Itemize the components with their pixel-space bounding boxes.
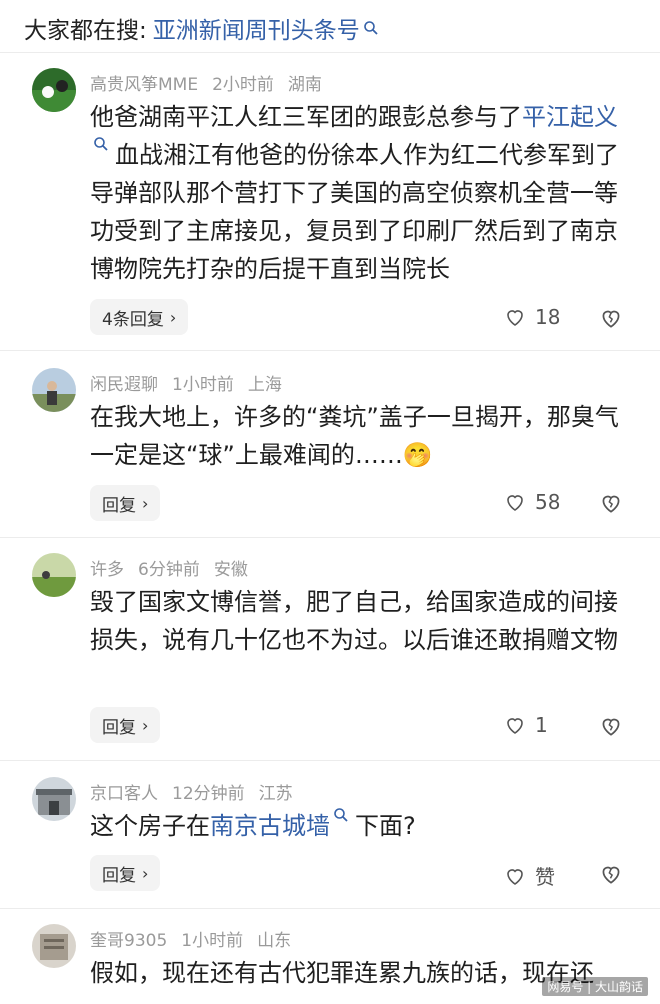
- location: 上海: [247, 375, 282, 395]
- chevron-right-icon: ›: [142, 715, 149, 735]
- search-query-link[interactable]: 亚洲新闻周刊头条号: [153, 11, 360, 45]
- location: 江苏: [258, 784, 293, 804]
- comment-text: 毁了国家文博信誉，肥了自己，给国家造成的间接损失，说有几十亿也不为过。以后谁还敢…: [90, 583, 630, 659]
- like-button[interactable]: 赞: [503, 861, 555, 890]
- chevron-right-icon: ›: [142, 493, 149, 513]
- comment-text: 他爸湖南平江人红三军团的跟彭总参与了平江起义血战湘江有他爸的份徐本人作为红二代参…: [90, 98, 630, 288]
- avatar[interactable]: [32, 777, 76, 821]
- search-prefix-label: 大家都在搜:: [24, 18, 147, 44]
- like-button[interactable]: 1: [503, 713, 548, 737]
- avatar[interactable]: [32, 68, 76, 112]
- person-avatar-image: [32, 368, 76, 412]
- reply-button[interactable]: 4条回复 ›: [90, 299, 189, 335]
- avatar[interactable]: [32, 553, 76, 597]
- topic-link[interactable]: 平江起义: [522, 103, 618, 131]
- comment-meta: 闲民遐聊 1小时前 上海: [90, 370, 296, 395]
- gate-avatar-image: [32, 777, 76, 821]
- search-icon: [334, 808, 348, 822]
- like-count: 赞: [535, 865, 555, 889]
- comment-text-part: 在我大地上，许多的“粪坑”盖子一旦揭开，那臭气一定是这“球”上最难闻的……: [90, 403, 619, 469]
- comment-text: 这个房子在南京古城墙 下面?: [90, 807, 630, 845]
- username[interactable]: 闲民遐聊: [90, 375, 158, 395]
- comment-text-part: 毁了国家文博信誉，肥了自己，给国家造成的间接损失，说有几十亿也不为过。以后谁还敢…: [90, 588, 618, 654]
- comment-text-part: 这个房子在: [90, 812, 210, 840]
- timestamp: 6分钟前: [138, 560, 200, 580]
- comment-text-part: 他爸湖南平江人红三军团的跟彭总参与了: [90, 103, 522, 131]
- timestamp: 1小时前: [181, 931, 244, 951]
- username[interactable]: 高贵风筝MME: [90, 75, 198, 95]
- divider: [0, 350, 660, 351]
- comment-meta: 奎哥9305 1小时前 山东: [90, 926, 305, 951]
- like-count: 58: [535, 490, 561, 514]
- location: 山东: [257, 931, 292, 951]
- timestamp: 1小时前: [172, 375, 234, 395]
- comment-text-part: 下面?: [355, 812, 416, 840]
- heart-icon: [507, 310, 523, 326]
- broken-heart-icon[interactable]: [598, 861, 624, 887]
- username[interactable]: 许多: [90, 560, 124, 580]
- like-count: 18: [535, 305, 561, 329]
- location: 湖南: [287, 75, 322, 95]
- reply-button[interactable]: 回复 ›: [90, 485, 161, 521]
- comment-meta: 京口客人 12分钟前 江苏: [90, 779, 307, 804]
- divider: [0, 760, 660, 761]
- reply-label: 回复: [102, 495, 136, 516]
- reply-label: 回复: [102, 717, 136, 738]
- like-button[interactable]: 58: [503, 490, 560, 514]
- search-suggestion[interactable]: 大家都在搜: 亚洲新闻周刊头条号: [24, 10, 379, 46]
- reply-button[interactable]: 回复 ›: [90, 707, 161, 743]
- like-count: 1: [535, 713, 548, 737]
- reply-label: 回复: [102, 865, 136, 886]
- divider: [0, 52, 660, 53]
- avatar[interactable]: [32, 368, 76, 412]
- broken-heart-icon[interactable]: [598, 490, 624, 516]
- avatar[interactable]: [32, 924, 76, 968]
- like-button[interactable]: 18: [503, 305, 560, 329]
- search-icon: [363, 21, 378, 35]
- comment-text-part: 血战湘江有他爸的份徐本人作为红二代参军到了导弹部队那个营打下了美国的高空侦察机全…: [90, 141, 619, 283]
- heart-icon: [507, 718, 523, 734]
- broken-heart-icon[interactable]: [598, 713, 624, 739]
- divider: [0, 537, 660, 538]
- location: 安徽: [213, 560, 248, 580]
- emoji: 🤭: [402, 441, 433, 469]
- stone-avatar-image: [32, 924, 76, 968]
- chevron-right-icon: ›: [142, 863, 149, 883]
- reply-button[interactable]: 回复 ›: [90, 855, 161, 891]
- field-avatar-image: [32, 553, 76, 597]
- reply-label: 4条回复: [102, 309, 164, 330]
- billiards-avatar-image: [32, 68, 76, 112]
- heart-icon: [507, 868, 523, 885]
- username[interactable]: 奎哥9305: [90, 931, 167, 951]
- search-icon: [94, 137, 108, 151]
- divider: [0, 908, 660, 909]
- timestamp: 2小时前: [212, 75, 274, 95]
- timestamp: 12分钟前: [172, 784, 245, 804]
- watermark: 网易号 | 大山韵话: [542, 977, 648, 996]
- comment-meta: 高贵风筝MME 2小时前 湖南: [90, 70, 336, 95]
- topic-link[interactable]: 南京古城墙: [210, 812, 330, 840]
- comment-text-part: 假如，现在还有古代犯罪连累九族的话，现在还: [90, 959, 594, 987]
- broken-heart-icon[interactable]: [598, 305, 624, 331]
- comment-meta: 许多 6分钟前 安徽: [90, 555, 262, 580]
- heart-icon: [507, 495, 523, 511]
- comment-text: 在我大地上，许多的“粪坑”盖子一旦揭开，那臭气一定是这“球”上最难闻的……🤭: [90, 398, 630, 474]
- chevron-right-icon: ›: [169, 307, 177, 327]
- username[interactable]: 京口客人: [90, 784, 158, 804]
